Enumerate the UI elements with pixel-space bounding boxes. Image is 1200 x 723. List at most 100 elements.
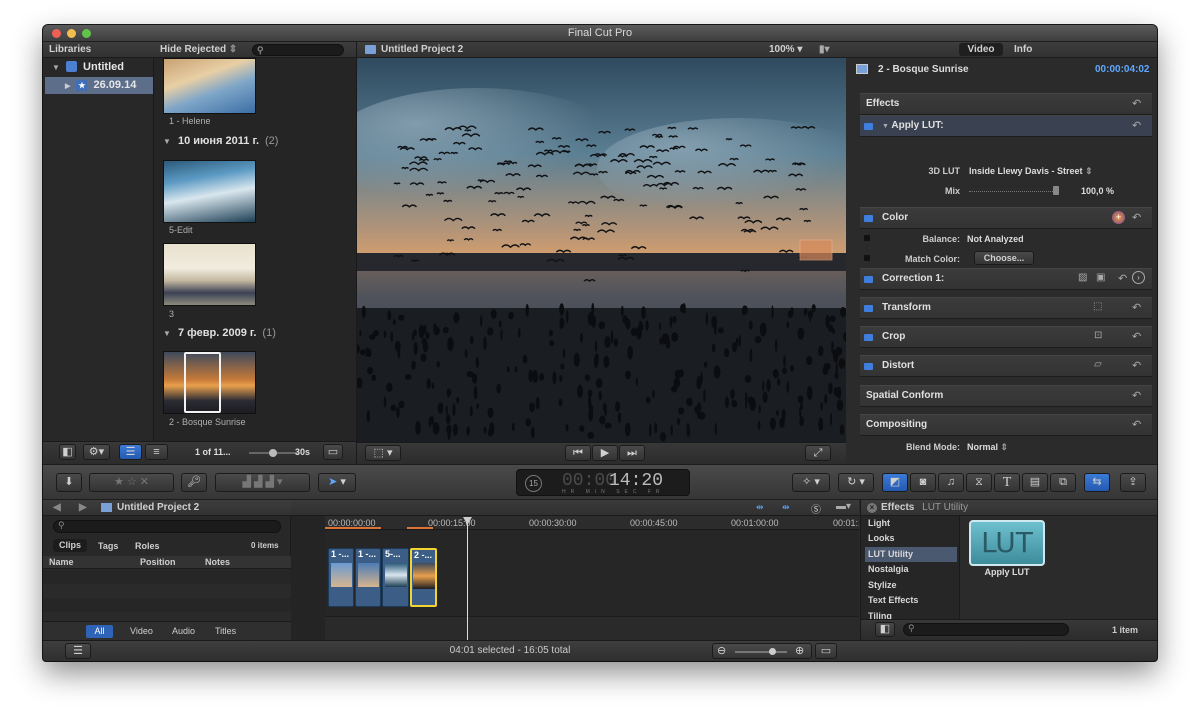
disclosure-triangle-icon[interactable]: ▶ — [65, 83, 70, 90]
reset-icon[interactable]: ↶ — [1132, 330, 1141, 343]
import-button[interactable]: ⬇ — [56, 473, 82, 492]
disclosure-triangle-icon[interactable]: ▼ — [163, 137, 171, 146]
share-button[interactable]: ⇪ — [1120, 473, 1146, 492]
reset-icon[interactable]: ↶ — [1132, 359, 1141, 372]
photos-browser-button[interactable]: ◙ — [910, 473, 936, 492]
filter-audio[interactable]: Audio — [172, 626, 195, 636]
zoom-in-icon[interactable]: ⊕ — [795, 644, 804, 658]
date-group-header[interactable]: ▼ 7 февр. 2009 г. (1) — [163, 327, 276, 339]
inspector-button[interactable]: ⇆ — [1084, 473, 1110, 492]
filter-all[interactable]: All — [86, 625, 113, 638]
zoom-window-button[interactable] — [82, 29, 91, 38]
timeline-clip[interactable]: 1 -... — [328, 548, 354, 607]
viewer-image[interactable] — [357, 58, 846, 442]
timeline-clip[interactable]: 1 -... — [355, 548, 381, 607]
tab-info[interactable]: Info — [1014, 42, 1032, 58]
match-checkbox[interactable] — [864, 255, 870, 261]
timeline-ruler[interactable]: 00:00:00:00 00:00:15:00 00:00:30:00 00:0… — [325, 516, 859, 530]
lut-popup[interactable]: Inside Llewy Davis - Street ⇕ — [969, 166, 1093, 177]
toggle-sidebar-button[interactable]: ◧ — [875, 622, 895, 637]
mix-value[interactable]: 100,0 % — [1081, 186, 1114, 196]
distort-icon[interactable]: ▱ — [1094, 359, 1102, 370]
filmstrip-view-button[interactable]: ☰ — [119, 444, 142, 460]
minimize-window-button[interactable] — [67, 29, 76, 38]
select-tool-button[interactable]: ➤ ▾ — [318, 473, 356, 492]
titles-browser-button[interactable]: T — [994, 473, 1020, 492]
choose-button[interactable]: Choose... — [974, 251, 1034, 265]
mask-icon[interactable]: ▣ — [1096, 272, 1105, 283]
zoom-control[interactable]: ⊖ ⊕ — [712, 643, 812, 659]
disclosure-triangle-icon[interactable]: ▼ — [163, 329, 171, 338]
effects-search-field[interactable]: ⚲ — [903, 623, 1069, 636]
spatial-conform-section[interactable]: Spatial Conform ↶ — [860, 385, 1152, 407]
reset-icon[interactable]: ↶ — [1118, 272, 1127, 285]
zoom-slider[interactable] — [735, 648, 787, 655]
apply-lut-effect[interactable]: ▼ Apply LUT: ↶ — [860, 115, 1152, 137]
snapping-icon[interactable]: Ⓢ — [811, 501, 821, 516]
library-toggle-button[interactable]: ◧ — [59, 444, 76, 460]
edit-buttons[interactable]: ▟ ▟ ▟ ▾ — [215, 473, 310, 492]
column-name[interactable]: Name — [49, 557, 74, 567]
browser-search-field[interactable]: ⚲ — [252, 44, 344, 56]
balance-checkbox[interactable] — [864, 235, 870, 241]
tab-roles[interactable]: Roles — [135, 541, 160, 551]
transform-onscreen-icon[interactable]: ⬚ — [1093, 301, 1102, 312]
retime-button[interactable]: ↻ ▾ — [838, 473, 874, 492]
music-browser-button[interactable]: ♫ — [938, 473, 964, 492]
go-arrow-icon[interactable]: › — [1132, 271, 1145, 284]
transform-section[interactable]: Transform ⬚ ↶ — [860, 297, 1152, 319]
rating-buttons[interactable]: ★ ☆ ✕ — [89, 473, 174, 492]
category-tiling[interactable]: Tiling — [865, 609, 957, 619]
reset-icon[interactable]: ↶ — [1132, 389, 1141, 402]
blend-mode-popup[interactable]: Normal ⇕ — [967, 442, 1008, 453]
column-position[interactable]: Position — [140, 557, 176, 567]
date-group-header[interactable]: ▼ 10 июня 2011 г. (2) — [163, 135, 278, 147]
event-26-09-14[interactable]: ▶ ★ 26.09.14 — [45, 77, 153, 94]
transitions-browser-button[interactable]: ⧖ — [966, 473, 992, 492]
themes-browser-button[interactable]: ⧉ — [1050, 473, 1076, 492]
clip-appearance-button[interactable]: ▭ — [815, 643, 837, 659]
crop-section[interactable]: Crop ⊡ ↶ — [860, 326, 1152, 348]
filter-titles[interactable]: Titles — [215, 626, 236, 636]
keyword-button[interactable]: 🔑︎ — [181, 473, 207, 492]
reset-icon[interactable]: ↶ — [1132, 211, 1141, 224]
compositing-section[interactable]: Compositing ↶ — [860, 414, 1152, 436]
correction-enable-checkbox[interactable] — [864, 276, 873, 283]
category-nostalgia[interactable]: Nostalgia — [865, 562, 957, 577]
generators-browser-button[interactable]: ▤ — [1022, 473, 1048, 492]
timecode-display[interactable]: 15 00:00 14:20 HR MIN SEC FR — [516, 469, 690, 496]
transform-enable-checkbox[interactable] — [864, 305, 873, 312]
filter-video[interactable]: Video — [130, 626, 153, 636]
category-light[interactable]: Light — [865, 516, 957, 531]
zoom-out-icon[interactable]: ⊖ — [717, 644, 726, 658]
solo-icon[interactable]: ⇹ — [782, 502, 790, 513]
reset-icon[interactable]: ↶ — [1132, 418, 1141, 431]
tab-tags[interactable]: Tags — [98, 541, 118, 551]
library-untitled[interactable]: ▼ Untitled — [43, 59, 153, 76]
distort-section[interactable]: Distort ▱ ↶ — [860, 355, 1152, 377]
correction-row[interactable]: Correction 1: ▨ ▣ ↶ › — [860, 268, 1152, 290]
audio-skimming-icon[interactable]: ⇹ — [756, 502, 764, 513]
effects-section[interactable]: Effects ↶ — [860, 93, 1152, 115]
next-edit-button[interactable]: ⏭ — [619, 445, 645, 461]
reset-icon[interactable]: ↶ — [1132, 97, 1141, 110]
effect-enable-checkbox[interactable] — [864, 123, 873, 130]
color-section[interactable]: Color + ↶ — [860, 207, 1152, 229]
disclosure-triangle-icon[interactable]: ▼ — [52, 63, 60, 72]
crop-icon[interactable]: ⊡ — [1094, 330, 1102, 341]
category-text-effects[interactable]: Text Effects — [865, 593, 957, 608]
color-enable-checkbox[interactable] — [864, 215, 873, 222]
forward-arrow-icon[interactable]: ▶ — [79, 500, 87, 516]
previous-edit-button[interactable]: ⏮ — [565, 445, 591, 461]
clip-appearance-icon[interactable]: ▬▾ — [836, 501, 851, 512]
tab-clips[interactable]: Clips — [53, 539, 87, 552]
action-menu-button[interactable]: ⚙▾ — [83, 444, 110, 460]
back-arrow-icon[interactable]: ◀ — [53, 500, 61, 516]
clip-thumb-5-edit[interactable] — [163, 160, 256, 223]
transform-menu-button[interactable]: ⬚ ▾ — [365, 445, 401, 461]
category-looks[interactable]: Looks — [865, 531, 957, 546]
color-board-icon[interactable]: ▨ — [1078, 272, 1087, 283]
reset-icon[interactable]: ↶ — [1132, 119, 1141, 132]
crop-enable-checkbox[interactable] — [864, 334, 873, 341]
fullscreen-button[interactable]: ⤢ — [805, 445, 831, 461]
